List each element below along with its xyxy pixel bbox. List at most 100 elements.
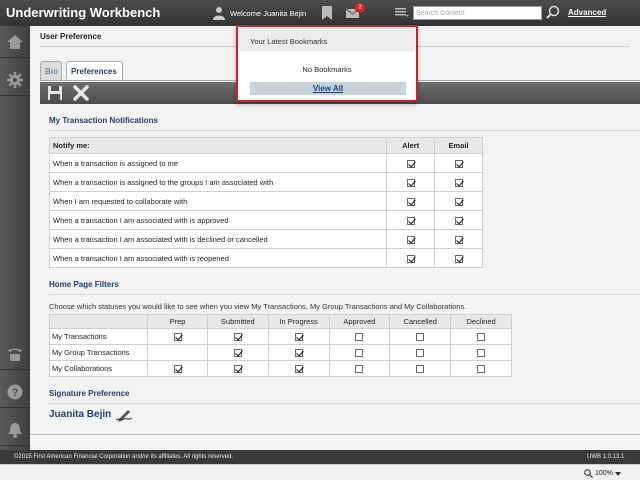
gear-icon (7, 71, 23, 88)
bookmarks-popup-header: Your Latest Bookmarks (239, 28, 415, 51)
row-label: When a transaction I am associated with … (48, 248, 388, 268)
email-checkbox[interactable] (454, 216, 463, 225)
row-label: When I am requested to collaborate with (48, 191, 388, 211)
prep-checkbox[interactable] (173, 333, 182, 341)
search-input[interactable] (413, 6, 542, 20)
alert-checkbox[interactable] (406, 197, 415, 206)
table-header-row: Prep Submitted In Progress Approved Canc… (48, 314, 512, 329)
table-row: My Group Transactions (48, 344, 512, 361)
email-cell (434, 191, 483, 211)
alert-checkbox[interactable] (406, 216, 415, 225)
declined-checkbox[interactable] (477, 365, 486, 373)
filter-header-prep: Prep (147, 314, 208, 329)
row-label: When a transaction is assigned to the gr… (48, 172, 388, 192)
alert-checkbox[interactable] (406, 159, 415, 168)
filter-header-declined: Declined (450, 314, 512, 329)
alert-checkbox[interactable] (406, 254, 415, 263)
submitted-checkbox[interactable] (233, 349, 242, 357)
signature-section-title: Signature Preference (49, 389, 130, 398)
email-cell (434, 172, 483, 192)
filter-header-cancelled: Cancelled (389, 314, 452, 329)
view-all-bookmarks-button[interactable]: View All (250, 82, 406, 95)
notifications-table: Notify me: Alert Email When a transactio… (48, 137, 483, 268)
email-checkbox[interactable] (454, 197, 463, 206)
close-icon[interactable] (73, 85, 89, 101)
table-row: When a transaction I am associated with … (48, 210, 483, 230)
svg-text:?: ? (12, 387, 19, 399)
filters-table: Prep Submitted In Progress Approved Canc… (48, 314, 512, 377)
email-header: Email (434, 137, 483, 154)
alert-cell (386, 172, 436, 192)
sidebar-notifications-button[interactable] (0, 414, 30, 446)
approved-checkbox[interactable] (355, 365, 364, 373)
in-progress-checkbox[interactable] (294, 333, 303, 341)
advanced-search-link[interactable]: Advanced (568, 8, 606, 17)
email-checkbox[interactable] (454, 235, 463, 244)
approved-checkbox[interactable] (355, 349, 364, 357)
notifications-section-title: My Transaction Notifications (49, 116, 158, 125)
zoom-control[interactable]: 100% (584, 469, 621, 478)
alert-cell (386, 229, 436, 249)
row-label: When a transaction is assigned to me (48, 153, 388, 173)
sidebar-home-button[interactable] (0, 26, 30, 58)
declined-checkbox[interactable] (477, 349, 486, 357)
table-row: My Collaborations (48, 360, 512, 377)
in-progress-checkbox[interactable] (294, 349, 303, 357)
filter-header-approved: Approved (328, 314, 391, 329)
sidebar-settings-button[interactable] (0, 64, 30, 96)
tab-bio[interactable]: Bio (40, 61, 62, 81)
email-checkbox[interactable] (454, 178, 463, 187)
cancelled-checkbox[interactable] (416, 365, 425, 373)
email-cell (434, 229, 483, 249)
in-progress-checkbox[interactable] (294, 365, 303, 373)
save-icon[interactable] (47, 85, 63, 101)
submitted-checkbox[interactable] (233, 333, 242, 341)
table-row: When a transaction is assigned to the gr… (48, 172, 483, 192)
email-checkbox[interactable] (454, 254, 463, 263)
app-title: Underwriting Workbench (6, 5, 161, 20)
submitted-checkbox[interactable] (233, 365, 242, 373)
cancelled-checkbox[interactable] (416, 333, 425, 341)
signature-divider (49, 403, 640, 404)
alert-checkbox[interactable] (406, 178, 415, 187)
filter-header-blank (48, 314, 149, 329)
alert-cell (386, 153, 436, 173)
notifications-divider (49, 130, 640, 131)
zoom-icon (584, 469, 593, 478)
email-checkbox[interactable] (454, 159, 463, 168)
approved-checkbox[interactable] (355, 333, 364, 341)
bookmarks-popup: Your Latest Bookmarks No Bookmarks View … (236, 25, 418, 102)
cancelled-checkbox[interactable] (416, 349, 425, 357)
row-label: When a transaction I am associated with … (48, 210, 388, 230)
zoom-level: 100% (595, 470, 613, 477)
search-icon[interactable] (546, 5, 560, 19)
signature-pen-icon[interactable] (116, 408, 132, 422)
filters-section-title: Home Page Filters (49, 280, 119, 289)
tab-preferences[interactable]: Preferences (66, 61, 123, 81)
email-cell (434, 210, 483, 230)
table-row: When a transaction is assigned to me (48, 153, 483, 173)
content-bottom-divider (30, 434, 640, 435)
bookmarks-empty-text: No Bookmarks (302, 65, 352, 74)
prep-checkbox[interactable] (173, 365, 182, 373)
signature-name: Juanita Bejin (49, 409, 112, 420)
email-cell (434, 153, 483, 173)
table-row: My Transactions (48, 328, 512, 345)
table-row: When a transaction I am associated with … (48, 248, 483, 268)
top-bar: Underwriting Workbench Welcome Juanita B… (0, 0, 640, 26)
sidebar-help-button[interactable]: ? (0, 376, 30, 408)
menu-icon[interactable] (395, 8, 409, 18)
bookmark-icon[interactable] (322, 6, 332, 20)
footer: ©2015 First American Financial Corporati… (0, 450, 640, 464)
notify-me-header: Notify me: (48, 137, 388, 154)
email-cell (434, 248, 483, 268)
alert-cell (386, 248, 436, 268)
mail-count-badge: 2 (355, 3, 365, 13)
row-label: When a transaction I am associated with … (48, 229, 388, 249)
user-icon[interactable] (213, 6, 225, 20)
filters-divider (49, 294, 640, 295)
filter-row-label: My Group Transactions (48, 344, 149, 361)
alert-checkbox[interactable] (406, 235, 415, 244)
declined-checkbox[interactable] (477, 333, 486, 341)
sidebar-contact-button[interactable] (0, 338, 30, 370)
